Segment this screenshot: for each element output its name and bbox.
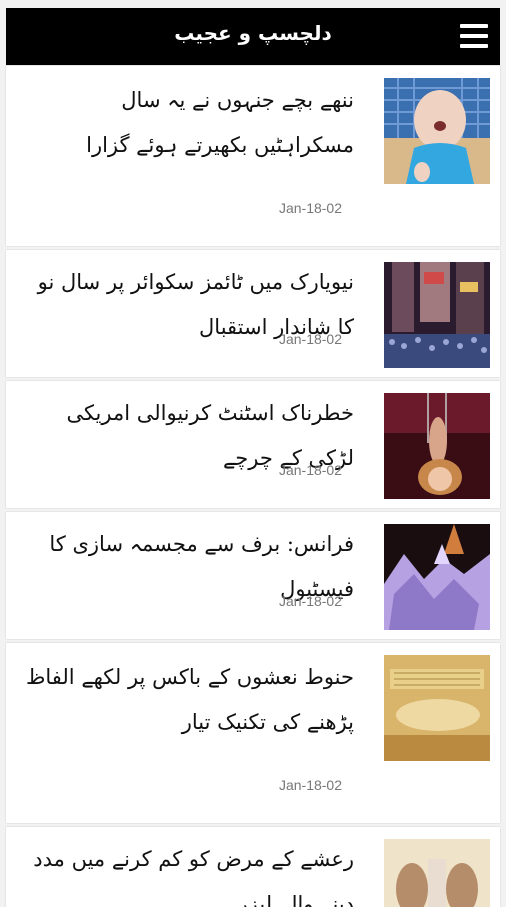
article-date: Jan-18-02 [278, 777, 342, 793]
article-headline[interactable]: حنوط نعشوں کے باکس پر لکھے الفاظ پڑھنے ک… [20, 655, 354, 745]
article-card[interactable]: فرانس: برف سے مجسمہ سازی کا فیسٹیول Jan-… [6, 512, 500, 639]
page-title: دلچسپ و عجیب [174, 21, 332, 45]
article-headline[interactable]: ننھے بچے جنہوں نے یہ سال مسکراہٹیں بکھیر… [20, 78, 354, 168]
article-date: Jan-18-02 [278, 200, 342, 216]
article-thumbnail-laser[interactable] [384, 839, 490, 907]
article-card[interactable]: نیویارک میں ٹائمز سکوائر پر سال نو کا شا… [6, 250, 500, 377]
article-card[interactable]: رعشے کے مرض کو کم کرنے میں مدد دینے والے… [6, 827, 500, 907]
article-date: Jan-18-02 [278, 593, 342, 609]
hamburger-menu-icon[interactable] [460, 24, 488, 48]
article-thumbnail-mummy-box[interactable] [384, 655, 490, 761]
article-thumbnail-stunt-girl[interactable] [384, 393, 490, 499]
app-header: دلچسپ و عجیب [6, 8, 500, 65]
article-card[interactable]: ننھے بچے جنہوں نے یہ سال مسکراہٹیں بکھیر… [6, 66, 500, 246]
article-date: Jan-18-02 [278, 331, 342, 347]
article-thumbnail-ice-sculpture[interactable] [384, 524, 490, 630]
article-card[interactable]: حنوط نعشوں کے باکس پر لکھے الفاظ پڑھنے ک… [6, 643, 500, 823]
article-headline[interactable]: رعشے کے مرض کو کم کرنے میں مدد دینے والے… [20, 837, 354, 907]
article-card[interactable]: خطرناک اسٹنٹ کرنیوالی امریکی لڑکی کے چرچ… [6, 381, 500, 508]
article-date: Jan-18-02 [278, 462, 342, 478]
article-thumbnail-times-square[interactable] [384, 262, 490, 368]
article-thumbnail-baby[interactable] [384, 78, 490, 184]
